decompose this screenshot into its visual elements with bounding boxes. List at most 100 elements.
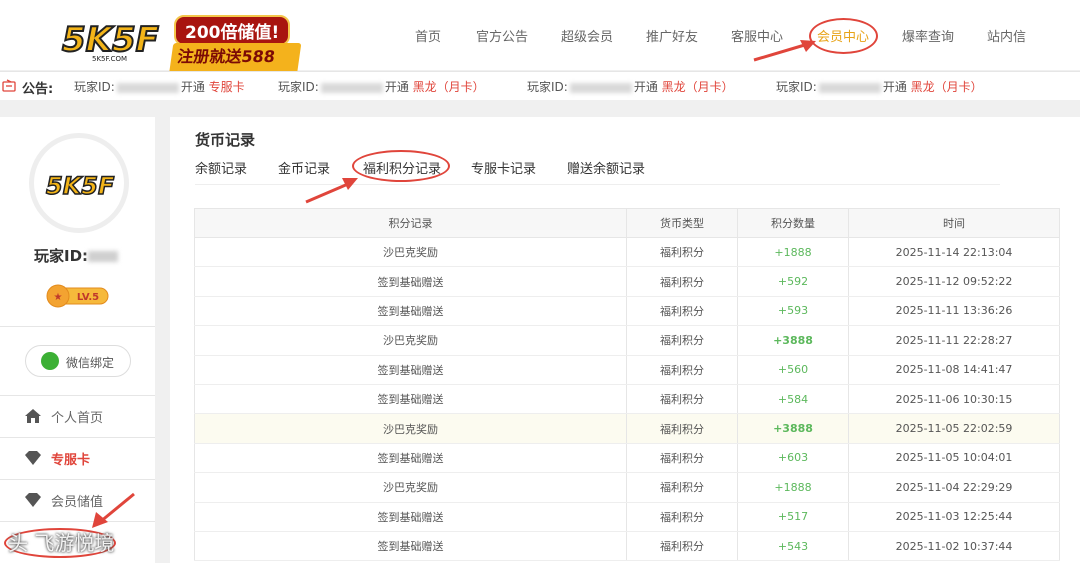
currency-type-cell: 福利积分 <box>626 296 738 327</box>
currency-type-cell: 福利积分 <box>626 266 738 297</box>
wechat-bind-label: 微信绑定 <box>66 356 115 370</box>
record-type-cell: 签到基础赠送 <box>194 502 627 532</box>
avatar[interactable]: 5K5F <box>29 133 129 233</box>
notice-item[interactable]: 玩家ID: 开通 专服卡 <box>74 78 245 95</box>
table-row: 签到基础赠送 福利积分 +584 2025-11-06 10:30:15 <box>194 384 1060 415</box>
column-header: 积分记录 <box>194 208 627 238</box>
tab-exclusive-card-records[interactable]: 专服卡记录 <box>471 158 536 177</box>
table-row: 沙巴克奖励 福利积分 +3888 2025-11-05 22:02:59 <box>194 413 1060 444</box>
record-type-cell: 签到基础赠送 <box>194 531 627 562</box>
currency-type-cell: 福利积分 <box>626 237 738 268</box>
record-type-cell: 签到基础赠送 <box>194 443 627 474</box>
points-records-table: 积分记录 货币类型 积分数量 时间 沙巴克奖励 福利积分 +1888 2025-11-… <box>194 208 1060 562</box>
level-text: LV.5 <box>77 292 99 303</box>
table-row: 签到基础赠送 福利积分 +560 2025-11-08 14:41:47 <box>194 355 1060 385</box>
divider <box>0 326 155 327</box>
table-row: 沙巴克奖励 福利积分 +3888 2025-11-11 22:28:27 <box>194 325 1060 356</box>
points-amount-cell: +3888 <box>737 413 849 444</box>
points-amount-cell: +584 <box>737 384 849 415</box>
record-type-cell: 签到基础赠送 <box>194 384 627 415</box>
points-amount-cell: +543 <box>737 531 849 562</box>
table-row: 签到基础赠送 福利积分 +543 2025-11-02 10:37:44 <box>194 531 1060 562</box>
time-cell: 2025-11-02 10:37:44 <box>848 531 1060 562</box>
divider <box>0 479 155 480</box>
table-row: 沙巴克奖励 福利积分 +1888 2025-11-04 22:29:29 <box>194 472 1060 503</box>
highlight-circle-welfare-tab <box>352 150 450 182</box>
sidebar-item-exclusive-card[interactable]: 专服卡 <box>0 443 155 473</box>
notice-label: 公告: <box>22 82 54 97</box>
points-amount-cell: +592 <box>737 266 849 297</box>
column-header: 积分数量 <box>737 208 849 238</box>
time-cell: 2025-11-12 09:52:22 <box>848 266 1060 297</box>
nav-super-member[interactable]: 超级会员 <box>561 26 613 45</box>
wechat-bind-button[interactable]: 微信绑定 <box>25 345 131 377</box>
time-cell: 2025-11-11 22:28:27 <box>848 325 1060 356</box>
currency-type-cell: 福利积分 <box>626 413 738 444</box>
avatar-logo-icon: 5K5F <box>45 171 115 201</box>
member-sidebar: 5K5F 玩家ID: ★ LV.5 微信绑定 个人首页 专服卡 会员储值 <box>0 117 155 563</box>
notice-item[interactable]: 玩家ID: 开通 黑龙（月卡） <box>278 78 485 95</box>
notice-item[interactable]: 玩家ID: 开通 黑龙（月卡） <box>776 78 983 95</box>
tab-balance-records[interactable]: 余额记录 <box>195 158 247 177</box>
divider <box>0 437 155 438</box>
record-type-cell: 沙巴克奖励 <box>194 325 627 356</box>
currency-type-cell: 福利积分 <box>626 502 738 532</box>
site-header: 5K5F 5K5F.COM 200倍储值! 注册就送588元! 首页 官方公告 … <box>0 0 1080 91</box>
table-row: 沙巴克奖励 福利积分 +1888 2025-11-14 22:13:04 <box>194 237 1060 268</box>
time-cell: 2025-11-04 22:29:29 <box>848 472 1060 503</box>
sidebar-item-member-topup[interactable]: 会员储值 <box>0 485 155 515</box>
wechat-icon <box>41 352 59 370</box>
watermark: 头 飞游悦境 <box>8 531 115 555</box>
nav-customer-service[interactable]: 客服中心 <box>731 26 783 45</box>
player-id: 玩家ID: <box>34 245 119 266</box>
time-cell: 2025-11-14 22:13:04 <box>848 237 1060 268</box>
tab-gift-balance-records[interactable]: 赠送余额记录 <box>567 158 645 177</box>
tabs-divider <box>195 184 1000 185</box>
divider <box>0 521 155 522</box>
points-amount-cell: +593 <box>737 296 849 327</box>
currency-type-cell: 福利积分 <box>626 384 738 415</box>
main-content: 货币记录 余额记录 金币记录 福利积分记录 专服卡记录 赠送余额记录 积分记录 … <box>170 117 1080 563</box>
page-title: 货币记录 <box>195 131 256 149</box>
currency-type-cell: 福利积分 <box>626 443 738 474</box>
record-type-cell: 签到基础赠送 <box>194 266 627 297</box>
svg-text:★: ★ <box>54 292 63 303</box>
divider <box>0 395 155 396</box>
record-type-cell: 沙巴克奖励 <box>194 237 627 268</box>
record-type-cell: 沙巴克奖励 <box>194 472 627 503</box>
time-cell: 2025-11-08 14:41:47 <box>848 355 1060 385</box>
points-amount-cell: +1888 <box>737 472 849 503</box>
currency-type-cell: 福利积分 <box>626 472 738 503</box>
nav-announcements[interactable]: 官方公告 <box>476 26 528 45</box>
column-header: 货币类型 <box>626 208 738 238</box>
diamond-icon <box>25 451 41 465</box>
points-amount-cell: +517 <box>737 502 849 532</box>
points-amount-cell: +1888 <box>737 237 849 268</box>
notice-item[interactable]: 玩家ID: 开通 黑龙（月卡） <box>527 78 734 95</box>
currency-type-cell: 福利积分 <box>626 355 738 385</box>
megaphone-icon <box>2 79 16 92</box>
logo-mark: 5K5F 5K5F.COM <box>61 19 160 63</box>
table-row: 签到基础赠送 福利积分 +603 2025-11-05 10:04:01 <box>194 443 1060 474</box>
nav-messages[interactable]: 站内信 <box>987 26 1026 45</box>
sidebar-item-home[interactable]: 个人首页 <box>0 401 155 431</box>
site-logo[interactable]: 5K5F 5K5F.COM 200倍储值! 注册就送588元! <box>58 9 302 91</box>
time-cell: 2025-11-05 10:04:01 <box>848 443 1060 474</box>
diamond-icon <box>25 493 41 507</box>
logo-sub: 5K5F.COM <box>92 55 127 63</box>
nav-drop-rate[interactable]: 爆率查询 <box>902 26 954 45</box>
time-cell: 2025-11-06 10:30:15 <box>848 384 1060 415</box>
currency-type-cell: 福利积分 <box>626 325 738 356</box>
logo-text: 5K5F <box>62 20 159 60</box>
table-row: 签到基础赠送 福利积分 +592 2025-11-12 09:52:22 <box>194 266 1060 297</box>
record-type-cell: 签到基础赠送 <box>194 296 627 327</box>
nav-home[interactable]: 首页 <box>415 26 441 45</box>
time-cell: 2025-11-03 12:25:44 <box>848 502 1060 532</box>
logo-badge-storage: 200倍储值! <box>174 15 291 46</box>
tab-gold-records[interactable]: 金币记录 <box>278 158 330 177</box>
nav-promote-friends[interactable]: 推广好友 <box>646 26 698 45</box>
column-header: 时间 <box>848 208 1060 238</box>
highlight-circle-member-center <box>809 18 878 54</box>
time-cell: 2025-11-11 13:36:26 <box>848 296 1060 327</box>
level-badge: ★ LV.5 <box>46 284 109 308</box>
